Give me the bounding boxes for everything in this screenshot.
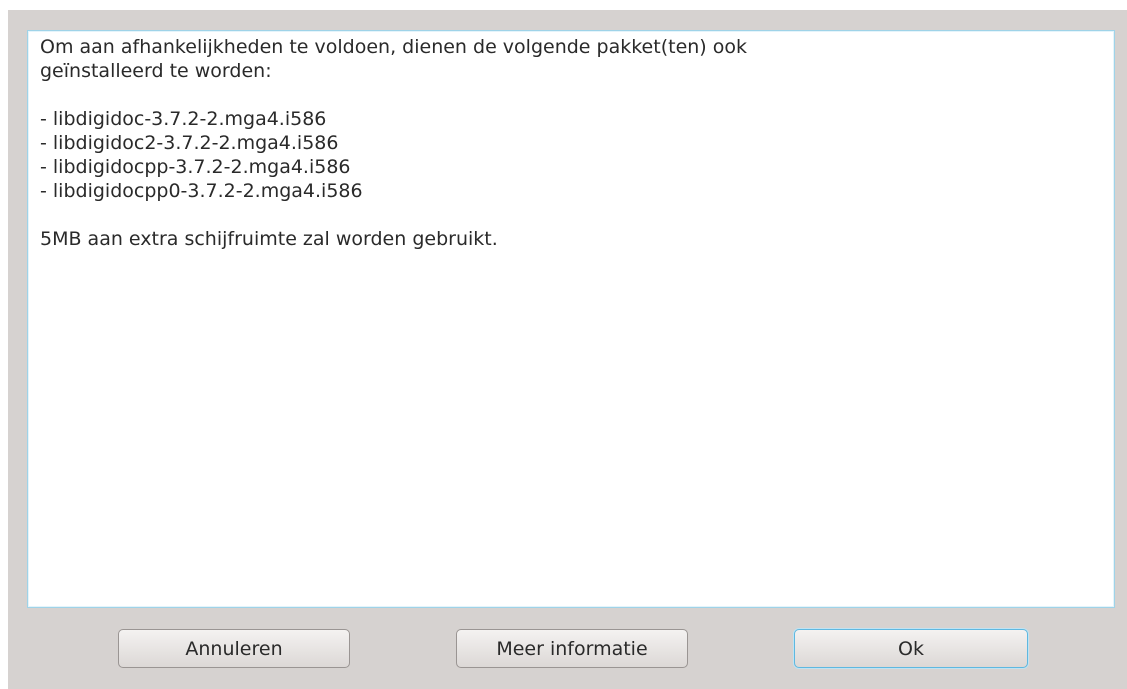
package-item: - libdigidocpp0-3.7.2-2.mga4.i586	[40, 180, 363, 202]
message-line-blank	[40, 83, 1102, 107]
message-line-blank	[40, 203, 1102, 227]
package-item: - libdigidocpp-3.7.2-2.mga4.i586	[40, 156, 351, 178]
cancel-button[interactable]: Annuleren	[118, 629, 350, 668]
package-item: - libdigidoc-3.7.2-2.mga4.i586	[40, 108, 327, 130]
message-line: Om aan afhankelijkheden te voldoen, dien…	[40, 36, 747, 58]
message-text: Om aan afhankelijkheden te voldoen, dien…	[40, 35, 1102, 251]
dependency-dialog: Om aan afhankelijkheden te voldoen, dien…	[8, 10, 1127, 689]
message-line: geïnstalleerd te worden:	[40, 60, 272, 82]
message-text-area[interactable]: Om aan afhankelijkheden te voldoen, dien…	[27, 30, 1115, 608]
ok-button[interactable]: Ok	[794, 629, 1028, 668]
package-item: - libdigidoc2-3.7.2-2.mga4.i586	[40, 132, 339, 154]
disk-space-note: 5MB aan extra schijfruimte zal worden ge…	[40, 228, 498, 250]
more-info-button[interactable]: Meer informatie	[456, 629, 688, 668]
